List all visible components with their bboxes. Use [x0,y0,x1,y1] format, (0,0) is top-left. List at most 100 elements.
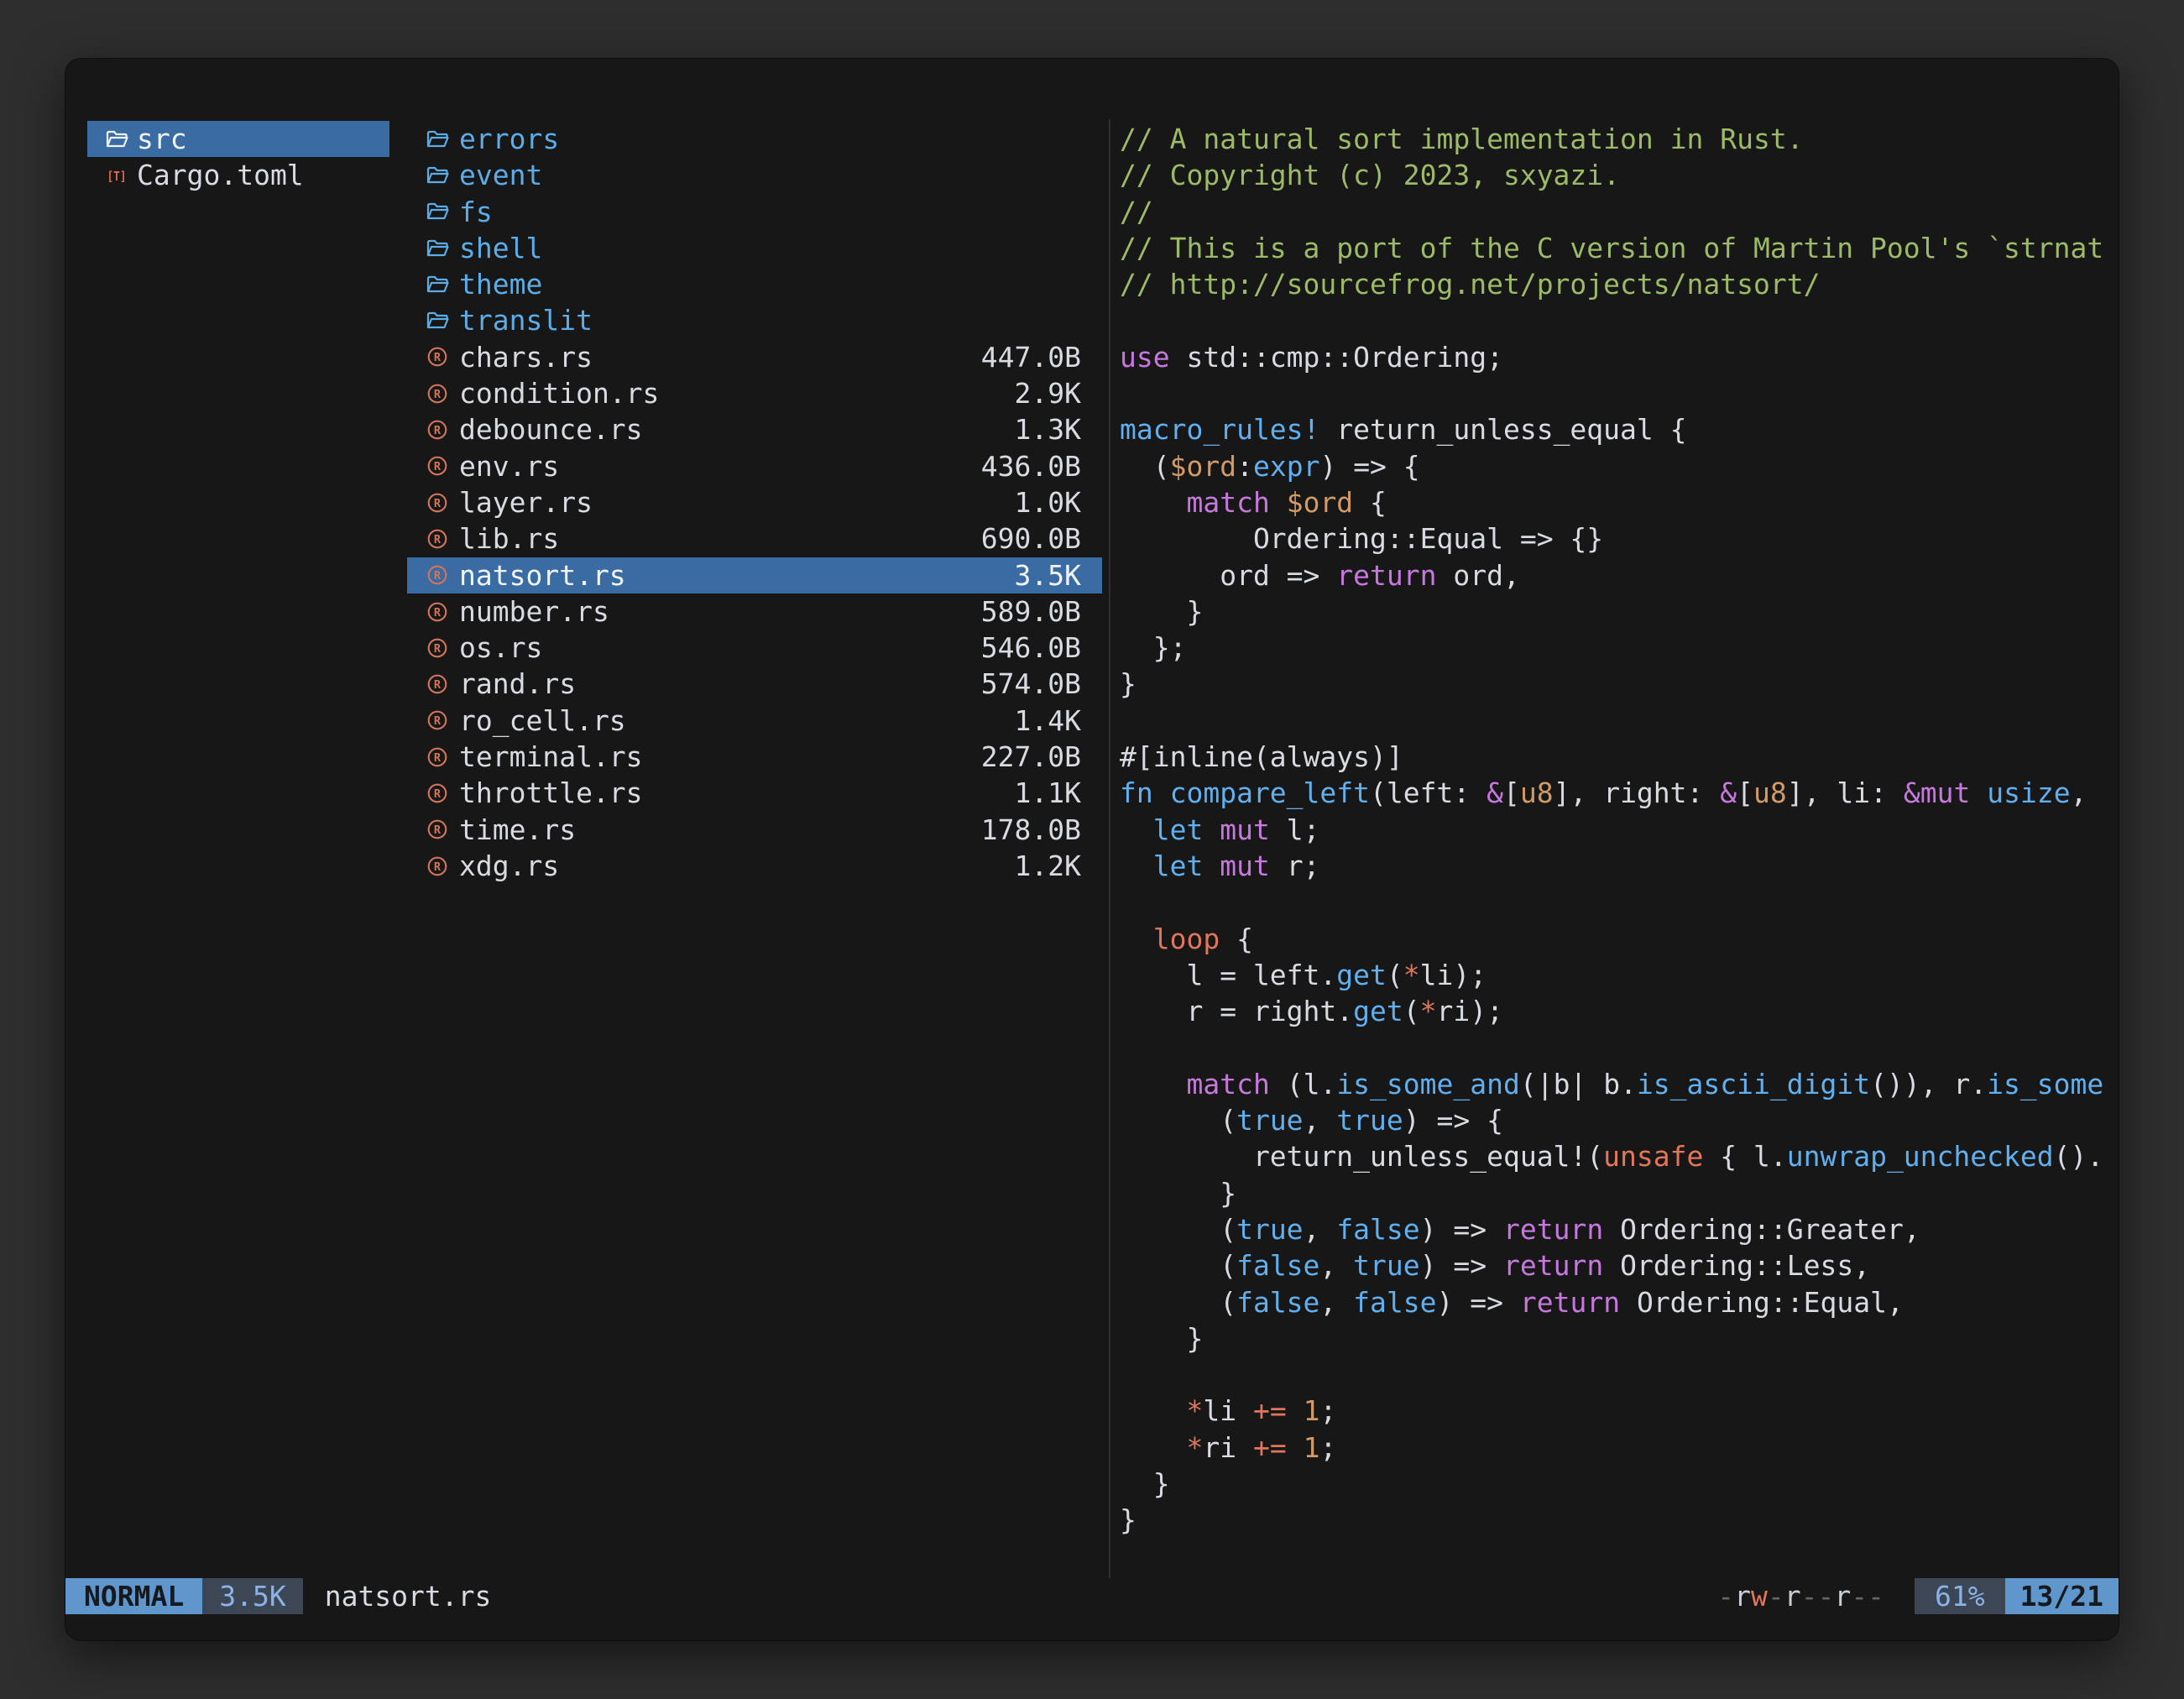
code-line: } [1120,593,2110,630]
parent-panel: src[T]Cargo.toml [87,121,389,194]
yazi-terminal-window: src[T]Cargo.toml errorseventfsshelltheme… [65,59,2119,1640]
current-file-row[interactable]: Rrand.rs574.0B [407,666,1102,702]
panel-separator [1109,119,1110,1578]
current-file-row[interactable]: Rnumber.rs589.0B [407,593,1102,630]
svg-text:R: R [434,860,442,874]
entry-name: shell [459,230,1081,266]
code-line: let mut l; [1120,812,2110,848]
scroll-percent-badge: 61% [1915,1578,2005,1614]
statusbar-spacer [491,1578,1717,1614]
rust-icon: R [426,600,449,624]
current-dir-row[interactable]: event [407,157,1102,193]
code-line: match $ord { [1120,484,2110,520]
rust-icon: R [426,491,449,515]
code-line: } [1120,1466,2110,1502]
current-file-row[interactable]: Rxdg.rs1.2K [407,848,1102,884]
code-line: Ordering::Equal => {} [1120,520,2110,557]
entry-size: 3.5K [1015,557,1081,593]
entry-name: debounce.rs [459,411,1015,447]
code-line: let mut r; [1120,848,2110,884]
rust-icon: R [426,708,449,732]
code-line: } [1120,666,2110,702]
svg-text:R: R [434,388,442,401]
current-dir-row[interactable]: translit [407,302,1102,338]
code-line: // This is a port of the C version of Ma… [1120,230,2110,266]
entry-name: rand.rs [459,666,981,702]
current-dir-row[interactable]: fs [407,194,1102,230]
rust-icon: R [426,855,449,878]
code-line [1120,375,2110,411]
code-line: } [1120,1175,2110,1211]
status-filename: natsort.rs [325,1578,492,1614]
rust-icon: R [426,636,449,660]
entry-size: 1.4K [1015,703,1081,739]
entry-size: 574.0B [981,666,1081,702]
code-line: fn compare_left(left: &[u8], right: &[u8… [1120,775,2110,811]
entry-size: 1.3K [1015,411,1081,447]
code-line: macro_rules! return_unless_equal { [1120,411,2110,447]
code-line: (false, false) => return Ordering::Equal… [1120,1284,2110,1320]
file-permissions: -rw-r--r-- [1717,1578,1884,1614]
code-line: return_unless_equal!(unsafe { l.unwrap_u… [1120,1138,2110,1174]
folder-icon [426,309,449,332]
rust-icon: R [426,527,449,551]
current-file-row[interactable]: Rterminal.rs227.0B [407,739,1102,775]
entry-name: lib.rs [459,520,981,557]
folder-icon [426,164,449,187]
code-line: use std::cmp::Ordering; [1120,339,2110,375]
folder-icon [105,128,128,151]
code-line: l = left.get(*li); [1120,957,2110,993]
entry-size: 178.0B [981,812,1081,848]
current-file-row[interactable]: Rchars.rs447.0B [407,339,1102,375]
svg-text:[T]: [T] [107,169,127,184]
parent-dir-row[interactable]: src [87,121,389,157]
code-line: (false, true) => return Ordering::Less, [1120,1247,2110,1283]
folder-icon [426,273,449,296]
entry-name: number.rs [459,593,981,630]
rust-icon: R [426,418,449,442]
current-dir-row[interactable]: errors [407,121,1102,157]
svg-text:R: R [434,787,442,801]
entry-name: src [137,121,376,157]
rust-icon: R [426,782,449,805]
code-line: match (l.is_some_and(|b| b.is_ascii_digi… [1120,1066,2110,1102]
svg-text:R: R [434,424,442,437]
status-bar: NORMAL 3.5K natsort.rs -rw-r--r-- 61% 13… [65,1578,2119,1614]
current-file-row[interactable]: Rlib.rs690.0B [407,520,1102,557]
current-file-row[interactable]: Rdebounce.rs1.3K [407,411,1102,447]
entry-size: 1.2K [1015,848,1081,884]
folder-icon [426,128,449,151]
entry-name: translit [459,302,1081,338]
current-file-row[interactable]: Ros.rs546.0B [407,630,1102,666]
svg-text:R: R [434,606,442,619]
entry-size: 2.9K [1015,375,1081,411]
code-line: *li += 1; [1120,1393,2110,1429]
code-line [1120,703,2110,739]
entry-name: os.rs [459,630,981,666]
entry-name: condition.rs [459,375,1015,411]
code-line: // A natural sort implementation in Rust… [1120,121,2110,157]
entry-size: 589.0B [981,593,1081,630]
code-line: }; [1120,630,2110,666]
current-dir-row[interactable]: theme [407,266,1102,302]
current-file-row[interactable]: Rcondition.rs2.9K [407,375,1102,411]
code-line [1120,302,2110,338]
svg-text:R: R [434,642,442,656]
entry-name: natsort.rs [459,557,1015,593]
current-file-row[interactable]: Rnatsort.rs3.5K [407,557,1102,593]
current-file-row[interactable]: Rthrottle.rs1.1K [407,775,1102,811]
parent-file-row[interactable]: [T]Cargo.toml [87,157,389,193]
entry-size: 1.0K [1015,484,1081,520]
current-dir-row[interactable]: shell [407,230,1102,266]
code-line: // http://sourcefrog.net/projects/natsor… [1120,266,2110,302]
mode-badge: NORMAL [65,1578,202,1614]
code-line: } [1120,1320,2110,1357]
rust-icon: R [426,745,449,769]
current-file-row[interactable]: Rro_cell.rs1.4K [407,703,1102,739]
entry-name: errors [459,121,1081,157]
current-file-row[interactable]: Rtime.rs178.0B [407,812,1102,848]
current-file-row[interactable]: Renv.rs436.0B [407,448,1102,484]
code-line: // [1120,194,2110,230]
current-file-row[interactable]: Rlayer.rs1.0K [407,484,1102,520]
code-line: r = right.get(*ri); [1120,993,2110,1029]
